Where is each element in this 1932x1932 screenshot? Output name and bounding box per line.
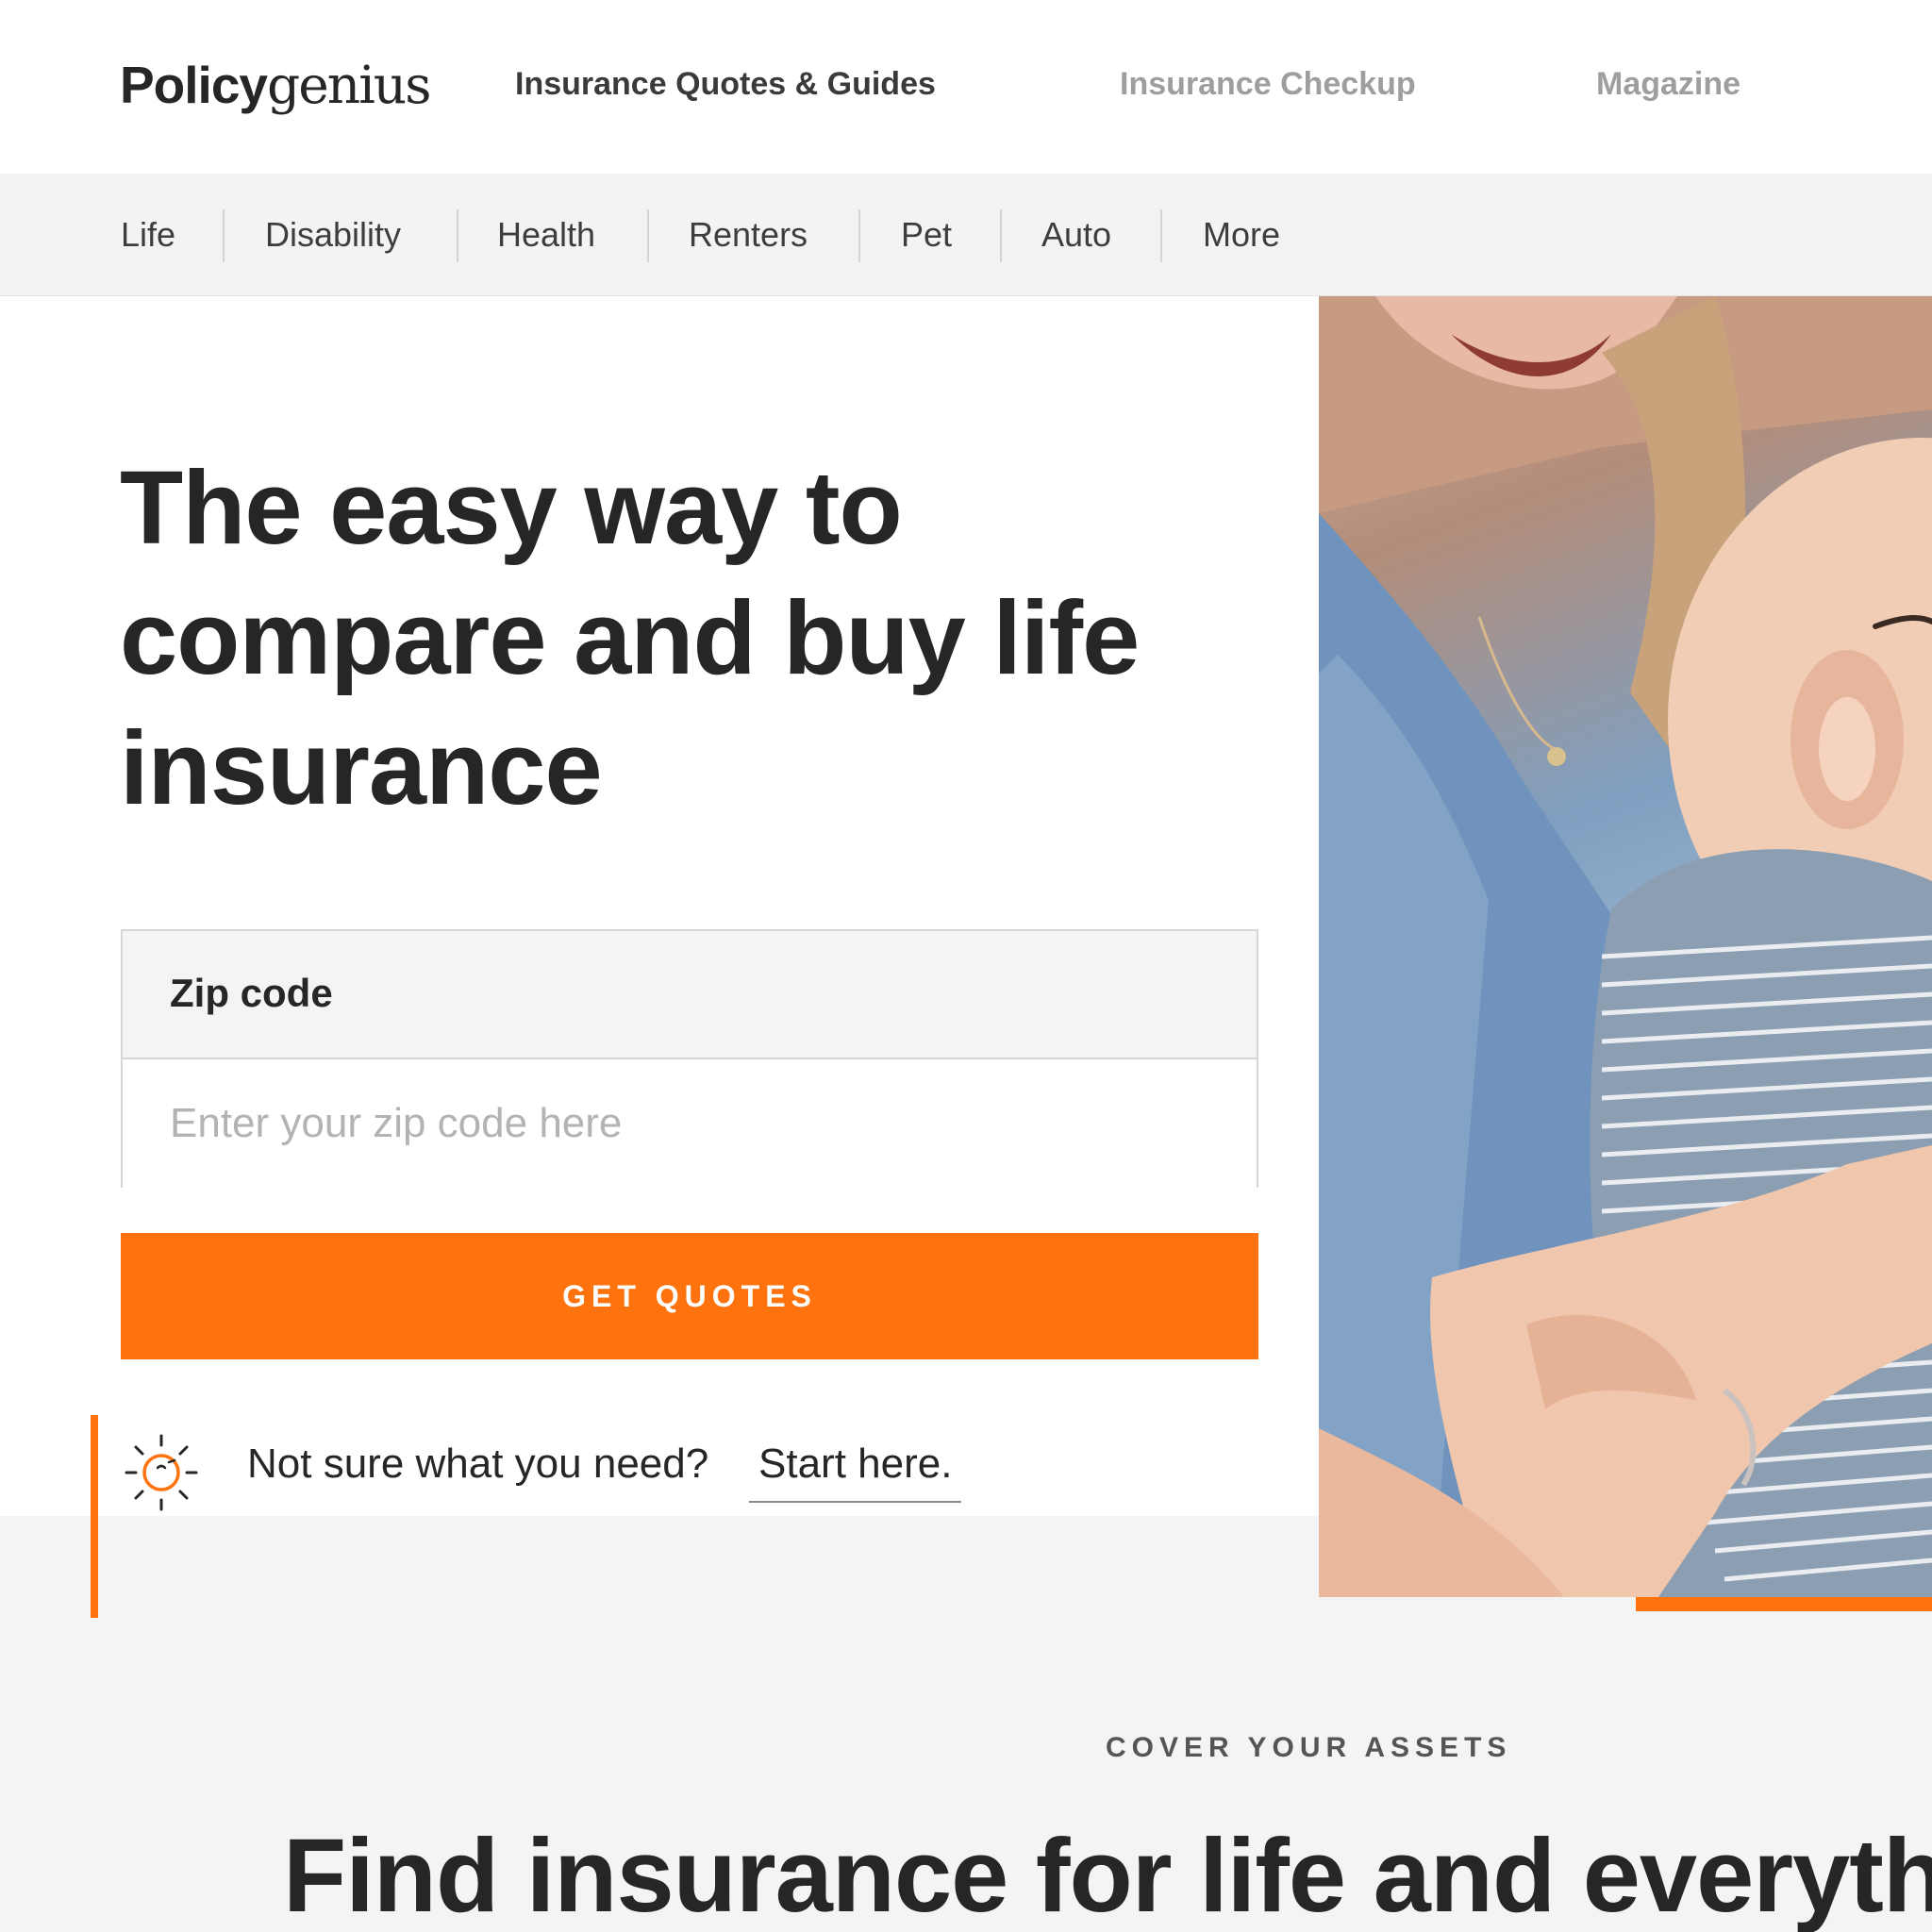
logo-light-text: genius xyxy=(267,55,431,115)
mother-holding-baby-photo xyxy=(1319,296,1932,1597)
nav-insurance-quotes-guides[interactable]: Insurance Quotes & Guides xyxy=(515,66,936,103)
hero-headline: The easy way to compare and buy life ins… xyxy=(120,450,1140,826)
nav-insurance-checkup[interactable]: Insurance Checkup xyxy=(1120,66,1416,103)
subnav-divider xyxy=(223,209,225,262)
page: Policygenius Insurance Quotes & Guides I… xyxy=(0,0,1932,1932)
help-prompt-text: Not sure what you need? xyxy=(247,1441,709,1487)
policygenius-logo[interactable]: Policygenius xyxy=(120,55,431,115)
subnav-item-pet[interactable]: Pet xyxy=(901,215,952,255)
subnav-item-health[interactable]: Health xyxy=(497,215,595,255)
section-eyebrow: COVER YOUR ASSETS xyxy=(1106,1732,1512,1763)
subnav-divider xyxy=(647,209,649,262)
zip-code-label: Zip code xyxy=(170,971,333,1015)
site-header: Policygenius Insurance Quotes & Guides I… xyxy=(0,0,1932,174)
subnav-item-auto[interactable]: Auto xyxy=(1041,215,1111,255)
photo-accent-bar xyxy=(1636,1597,1932,1611)
nav-magazine[interactable]: Magazine xyxy=(1596,66,1740,103)
subnav-divider xyxy=(1000,209,1002,262)
sun-face-icon xyxy=(123,1432,200,1513)
section-title: Find insurance for life and everythi xyxy=(283,1818,1932,1932)
subnav-item-life[interactable]: Life xyxy=(121,215,175,255)
start-here-link[interactable]: Start here. xyxy=(749,1441,962,1503)
zip-label-bar: Zip code xyxy=(123,931,1257,1059)
subnav-divider xyxy=(1160,209,1162,262)
subnav-divider xyxy=(457,209,458,262)
subnav-item-more[interactable]: More xyxy=(1203,215,1280,255)
subnav-item-renters[interactable]: Renters xyxy=(689,215,808,255)
logo-bold-text: Policy xyxy=(120,56,268,114)
subnav-item-disability[interactable]: Disability xyxy=(265,215,401,255)
zip-code-input[interactable] xyxy=(123,1059,1257,1188)
help-accent-bar xyxy=(91,1415,98,1618)
get-quotes-button[interactable]: GET QUOTES xyxy=(121,1233,1258,1359)
subnav-divider xyxy=(858,209,860,262)
zip-code-form: Zip code xyxy=(121,929,1258,1188)
insurance-category-nav: Life Disability Health Renters Pet Auto … xyxy=(0,174,1932,296)
